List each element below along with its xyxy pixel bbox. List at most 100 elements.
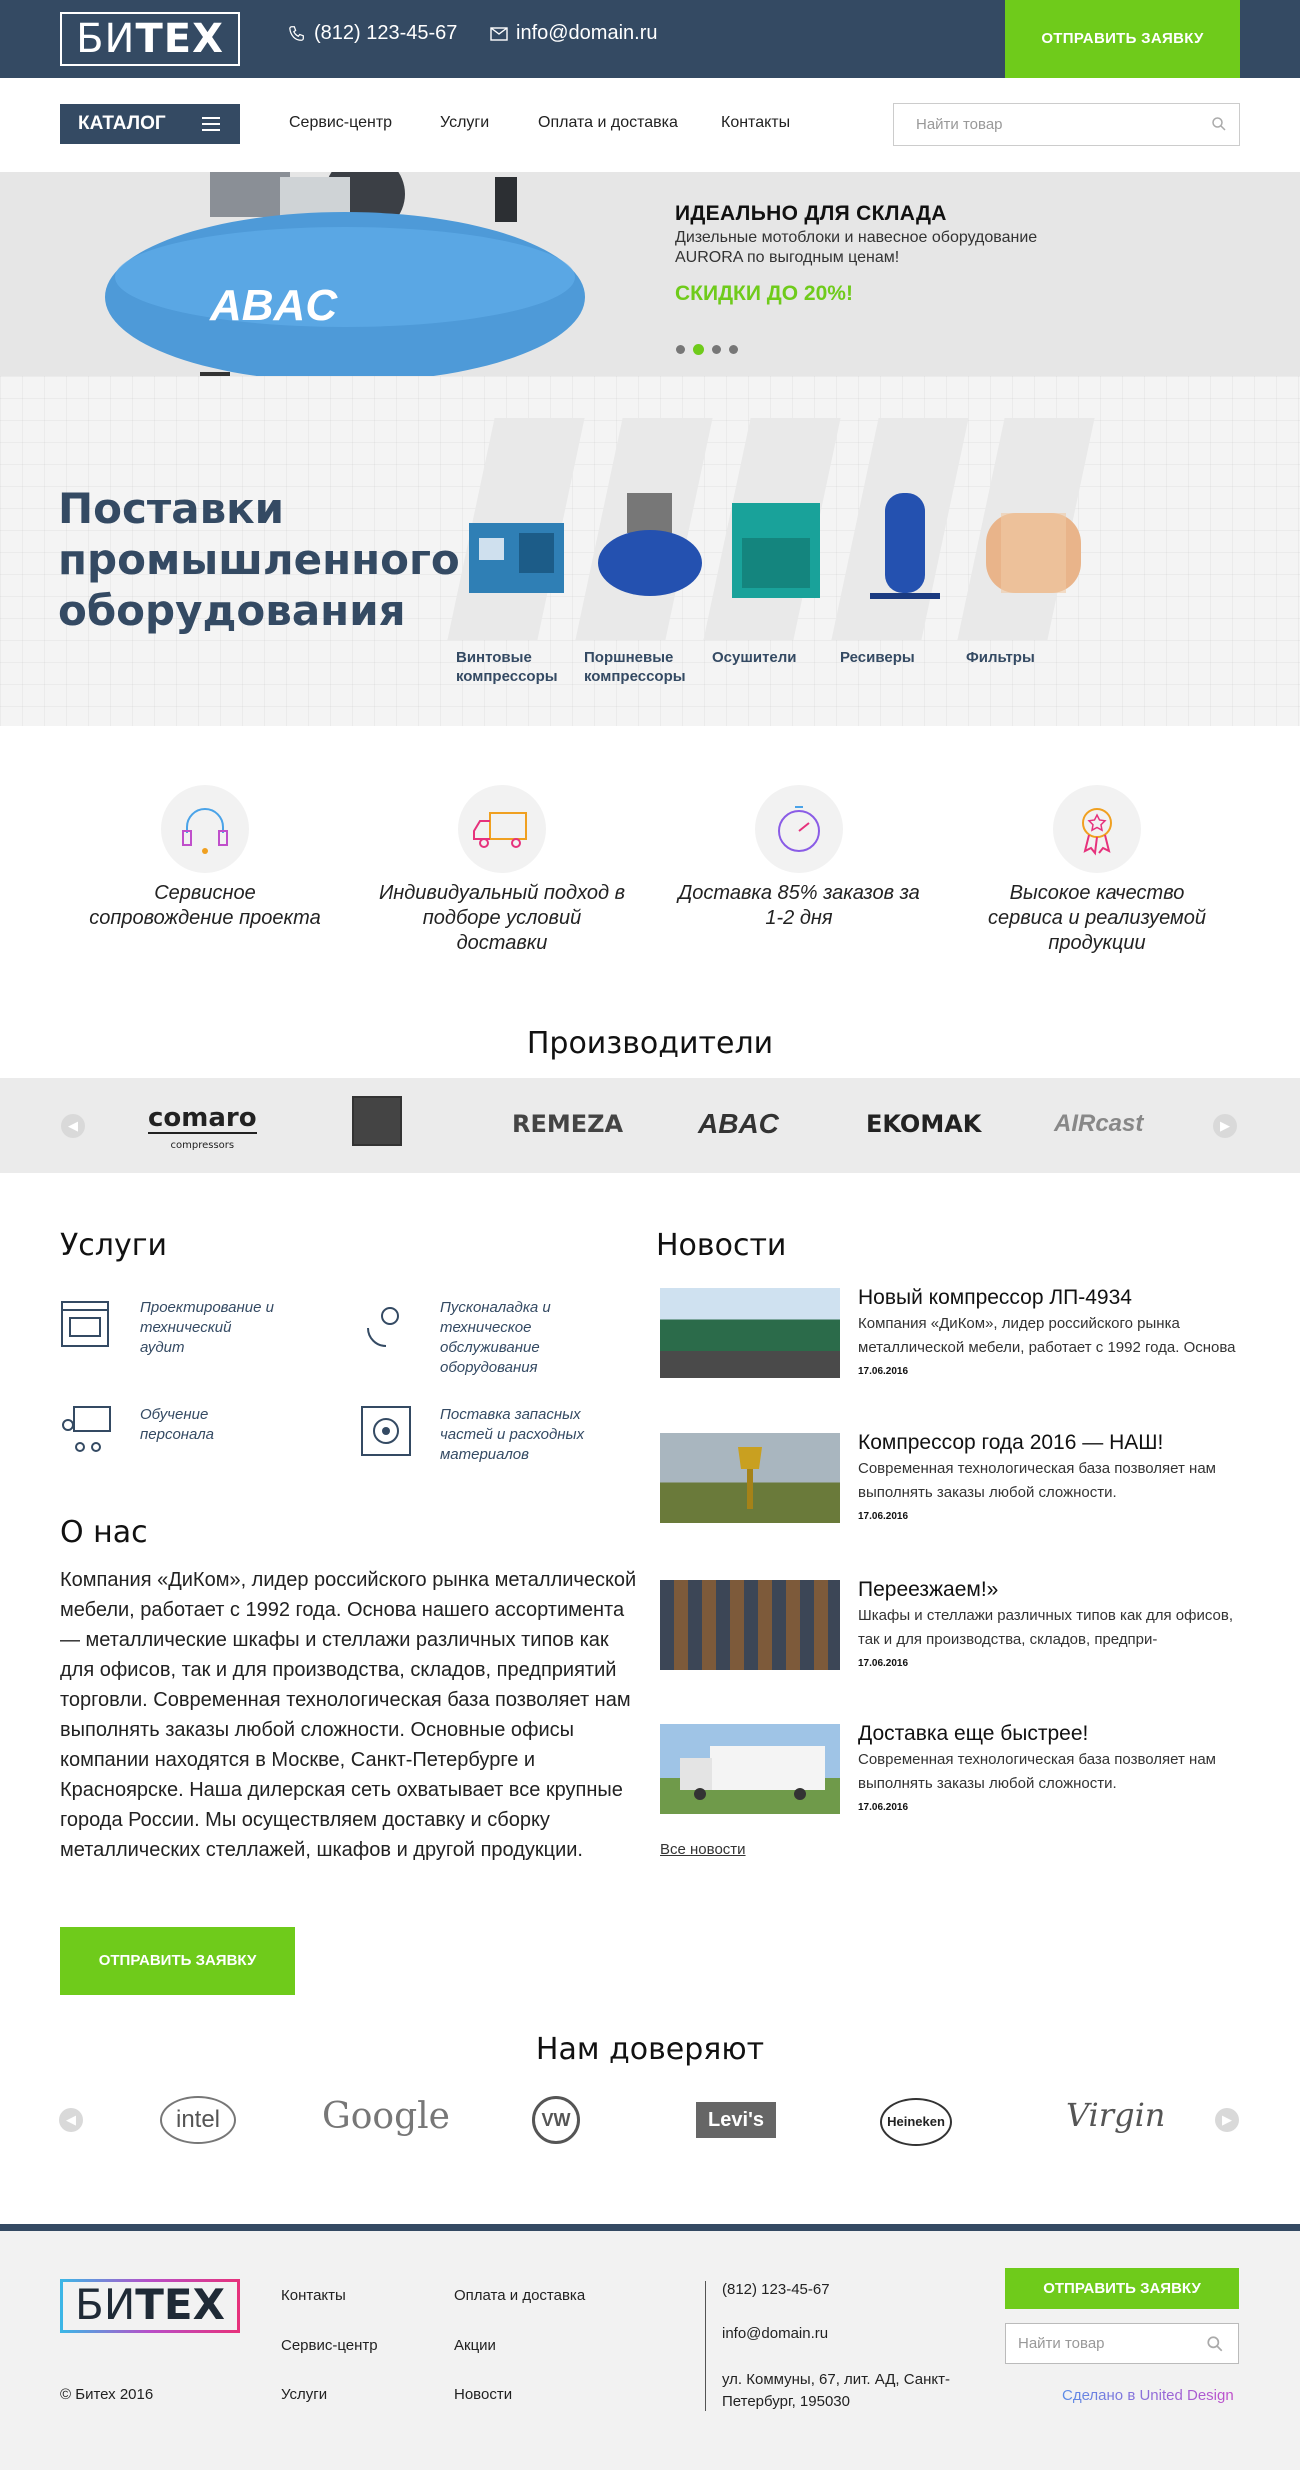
gear-headset-icon [367, 1307, 399, 1347]
news-image[interactable] [660, 1433, 840, 1523]
news-item[interactable]: Новый компрессор ЛП-4934 Компания «ДиКом… [658, 1286, 1240, 1398]
footer-email[interactable]: info@domain.ru [722, 2325, 828, 2342]
footer-phone[interactable]: (812) 123-45-67 [722, 2281, 830, 2298]
footer-send-request-button[interactable]: ОТПРАВИТЬ ЗАЯВКУ [1005, 2268, 1239, 2309]
all-news-link[interactable]: Все новости [660, 1841, 746, 1858]
producer-logo-abac[interactable]: ABAC [698, 1108, 779, 1140]
feature-support: Сервисное сопровождение проекта [80, 785, 330, 931]
news-item-title[interactable]: Новый компрессор ЛП-4934 [858, 1286, 1132, 1310]
trust-logo-volkswagen[interactable]: VW [532, 2096, 580, 2144]
carousel-prev-button[interactable]: ◀ [61, 1114, 85, 1138]
catalog-button[interactable]: КАТАЛОГ [60, 104, 240, 144]
top-bar: БИТЕХ (812) 123-45-67 info@domain.ru ОТП… [0, 0, 1300, 78]
search-icon[interactable] [1211, 116, 1227, 132]
producer-logo-remeza[interactable]: REMEZA [512, 1110, 623, 1138]
catalog-label: КАТАЛОГ [78, 113, 166, 134]
news-item-title[interactable]: Переезжаем!» [858, 1578, 998, 1602]
news-item-date: 17.06.2016 [858, 1802, 909, 1813]
filter-image [986, 513, 1081, 593]
search-input[interactable]: Найти товар [893, 103, 1240, 146]
slider-dot[interactable] [676, 345, 685, 354]
footer-logo-text-b: ТЕХ [135, 2280, 225, 2329]
category-label: Осушители [712, 649, 797, 666]
news-title: Новости [656, 1228, 787, 1263]
news-item[interactable]: Доставка еще быстрее! Современная технол… [658, 1722, 1240, 1834]
footer-search-input[interactable]: Найти товар [1005, 2323, 1239, 2364]
blueprint-icon [61, 1301, 109, 1347]
feature-text: Сервисное сопровождение проекта [89, 882, 321, 929]
compressor-image: ABAC [105, 172, 585, 376]
news-image[interactable] [660, 1580, 840, 1670]
truck-icon [458, 785, 546, 873]
nav-payment-delivery[interactable]: Оплата и доставка [538, 114, 678, 132]
carousel-prev-button[interactable]: ◀ [59, 2108, 83, 2132]
feature-text: Высокое качество сервиса и реализуемой п… [988, 882, 1206, 954]
service-text: Поставка запасных частей и расходных мат… [440, 1406, 585, 1463]
news-item[interactable]: Компрессор года 2016 — НАШ! Современная … [658, 1431, 1240, 1543]
category-label: Ресиверы [840, 649, 915, 666]
feature-text: Индивидуальный подход в подборе условий … [378, 882, 626, 954]
piston-compressor-image [598, 493, 702, 596]
search-icon[interactable] [1206, 2335, 1224, 2353]
supply-section: Поставки промышленного оборудования Винт… [0, 376, 1300, 726]
screw-compressor-image [469, 523, 564, 593]
service-text: Обучение персонала [140, 1406, 215, 1443]
about-title: О нас [60, 1515, 148, 1550]
search-placeholder: Найти товар [916, 116, 1003, 133]
footer-link-service-center[interactable]: Сервис-центр [281, 2337, 378, 2354]
news-item-text: Современная технологическая база позволя… [858, 1751, 1216, 1792]
footer-copyright: © Битех 2016 [60, 2386, 154, 2403]
news-item-title[interactable]: Компрессор года 2016 — НАШ! [858, 1431, 1163, 1455]
news-item-date: 17.06.2016 [858, 1658, 909, 1669]
menu-icon [202, 117, 220, 131]
footer-link-payment[interactable]: Оплата и доставка [454, 2287, 585, 2304]
news-image[interactable] [660, 1724, 840, 1814]
carousel-next-button[interactable]: ▶ [1213, 1114, 1237, 1138]
feature-fast-delivery: Доставка 85% заказов за 1-2 дня [674, 785, 924, 931]
trust-title: Нам доверяют [535, 2032, 765, 2067]
footer-link-news[interactable]: Новости [454, 2386, 512, 2403]
logo[interactable]: БИТЕХ [60, 12, 240, 66]
nav-service-center[interactable]: Сервис-центр [289, 114, 392, 132]
header-email-text: info@domain.ru [516, 22, 658, 44]
slider-dot[interactable] [712, 345, 721, 354]
about-text: Компания «ДиКом», лидер российского рынк… [60, 1569, 637, 1861]
feature-delivery-approach: Индивидуальный подход в подборе условий … [377, 785, 627, 956]
producer-logo-subtext: compressors [148, 1132, 257, 1158]
slider-dot[interactable] [729, 345, 738, 354]
nav-contacts[interactable]: Контакты [721, 114, 790, 132]
trust-logo-heineken[interactable]: Heineken [880, 2098, 952, 2146]
footer-link-contacts[interactable]: Контакты [281, 2287, 346, 2304]
logo-text-b: ТЕХ [135, 16, 224, 62]
producer-logo-ekomak[interactable]: EKOMAK [866, 1110, 981, 1138]
trust-logo-virgin[interactable]: Virgin [1066, 2096, 1165, 2134]
send-request-button[interactable]: ОТПРАВИТЬ ЗАЯВКУ [60, 1927, 295, 1995]
banner-title: ИДЕАЛЬНО ДЛЯ СКЛАДА [675, 202, 947, 225]
nav-services[interactable]: Услуги [440, 114, 489, 132]
trust-logo-google[interactable]: Google [322, 2096, 450, 2137]
news-item[interactable]: Переезжаем!» Шкафы и стеллажи различных … [658, 1578, 1240, 1690]
footer-link-promotions[interactable]: Акции [454, 2337, 496, 2354]
truck-image [680, 1746, 825, 1800]
trust-logo-levis[interactable]: Levi's [696, 2102, 776, 2138]
footer-divider [705, 2281, 706, 2411]
trust-logo-intel[interactable]: intel [160, 2096, 236, 2144]
send-request-button[interactable]: ОТПРАВИТЬ ЗАЯВКУ [1005, 0, 1240, 78]
news-item-text: Современная технологическая база позволя… [858, 1460, 1216, 1501]
services-title: Услуги [60, 1228, 167, 1263]
news-image[interactable] [660, 1288, 840, 1378]
made-by-link[interactable]: Сделано в United Design [1062, 2387, 1234, 2404]
producer-logo-aircast[interactable]: AIRcast [1054, 1110, 1143, 1138]
carousel-next-button[interactable]: ▶ [1215, 2108, 1239, 2132]
header-phone[interactable]: (812) 123-45-67 [288, 22, 457, 45]
slider-dot-active[interactable] [693, 344, 704, 355]
footer-link-services[interactable]: Услуги [281, 2386, 327, 2403]
header-email[interactable]: info@domain.ru [490, 22, 657, 45]
footer-logo[interactable]: БИТЕХ [60, 2279, 240, 2333]
producer-logo-comaro[interactable]: comaro compressors [148, 1105, 257, 1158]
hero-banner[interactable]: ABAC ИДЕАЛЬНО ДЛЯ СКЛАДА Дизельные мотоб… [0, 172, 1300, 376]
compressor-brand: ABAC [209, 281, 338, 330]
news-item-title[interactable]: Доставка еще быстрее! [858, 1722, 1088, 1746]
category-label: Винтовые компрессоры [456, 649, 558, 685]
producer-logo-ac[interactable] [352, 1096, 402, 1146]
